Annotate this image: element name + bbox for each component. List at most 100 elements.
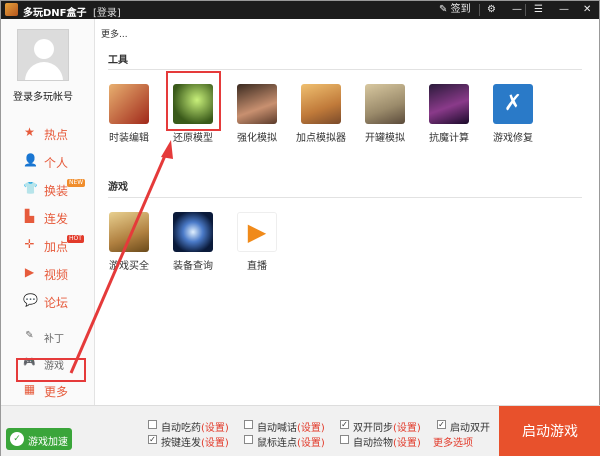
option-settings-link[interactable]: (设置) — [297, 438, 325, 449]
sidebar-item-patch[interactable]: ✎ 补丁 — [1, 323, 95, 349]
accelerator-icon: ✓ — [10, 432, 24, 446]
new-badge: NEW — [67, 179, 86, 187]
game-label: 游戏买全 — [109, 261, 149, 272]
blocks-icon: ▙ — [24, 209, 35, 223]
live-play-icon: ▶ — [237, 212, 277, 252]
sidebar-item-label: 换装 — [44, 184, 69, 198]
game-equipment-query[interactable]: 装备查询 — [165, 212, 225, 272]
option-settings-link[interactable]: (设置) — [201, 423, 229, 434]
account-login-link[interactable]: 登录多玩帐号 — [1, 88, 85, 103]
sidebar-item-label: 个人 — [44, 156, 69, 170]
minimize-icon[interactable]: — — [512, 2, 522, 18]
app-logo-icon — [5, 3, 18, 16]
title-bar: 多玩DNF盒子 [登录] ✎ 签到 ⚙ — ☰ — ✕ — [1, 1, 599, 19]
settings-icon[interactable]: ⚙ — [487, 2, 496, 18]
sidebar-item-outfit[interactable]: 👕 换装 NEW — [1, 176, 95, 202]
sidebar-item-label: 视频 — [44, 268, 69, 282]
dual-sync-checkbox[interactable]: ✓ — [340, 420, 349, 429]
tool-label: 强化模拟 — [237, 133, 277, 144]
tool-label: 加点模拟器 — [296, 133, 346, 144]
sidebar: 登录多玩帐号 ★ 热点 👤 个人 👕 换装 NEW ▙ 连发 ✛ 加点 HOT … — [1, 19, 95, 405]
chat-icon: 💬 — [23, 293, 38, 307]
title-divider — [479, 4, 480, 16]
tool-jar-sim[interactable]: 开罐模拟 — [357, 84, 417, 144]
option-settings-link[interactable]: (设置) — [297, 423, 325, 434]
option-label: 鼠标连点 — [257, 438, 297, 449]
tool-game-repair[interactable]: ✗ 游戏修复 — [485, 84, 545, 144]
sidebar-item-label: 加点 — [44, 240, 69, 254]
bottom-bar: ✓ 游戏加速 自动吃药(设置) 自动喊话(设置) ✓ 双开同步(设置) ✓ 启动… — [1, 405, 600, 456]
launch-dual-checkbox[interactable]: ✓ — [437, 420, 446, 429]
option-settings-link[interactable]: (设置) — [201, 438, 229, 449]
option-label: 双开同步 — [353, 423, 393, 434]
tool-label: 还原模型 — [173, 133, 213, 144]
auto-loot-checkbox[interactable] — [340, 435, 349, 444]
sidebar-item-hot[interactable]: ★ 热点 — [1, 120, 95, 146]
skill-simulator-icon — [301, 84, 341, 124]
tool-skill-simulator[interactable]: 加点模拟器 — [293, 84, 353, 144]
tool-enhance-sim[interactable]: 强化模拟 — [229, 84, 289, 144]
tool-antimagic-calc[interactable]: 抗魔计算 — [421, 84, 481, 144]
equipment-query-icon — [173, 212, 213, 252]
avatar-body — [25, 62, 63, 80]
mouse-click-checkbox[interactable] — [244, 435, 253, 444]
sidebar-item-video[interactable]: ▶ 视频 — [1, 260, 95, 286]
avatar[interactable] — [17, 29, 69, 81]
video-icon: ▶ — [24, 265, 35, 279]
sidebar-item-label: 热点 — [44, 128, 69, 142]
shirt-icon: 👕 — [23, 181, 38, 195]
accelerator-label: 游戏加速 — [28, 437, 68, 448]
more-highlight-box — [16, 358, 86, 382]
launch-game-button[interactable]: 启动游戏 — [499, 406, 600, 456]
hot-badge: HOT — [67, 235, 84, 243]
close-icon[interactable]: ✕ — [583, 2, 591, 18]
login-link[interactable]: [登录] — [93, 4, 121, 19]
person-icon: 👤 — [23, 153, 38, 167]
wrench-icon: ✗ — [493, 84, 533, 124]
star-icon: ★ — [24, 125, 35, 139]
sidebar-item-label: 补丁 — [44, 334, 64, 345]
auto-potion-checkbox[interactable] — [148, 420, 157, 429]
games-section-title: 游戏 — [108, 182, 128, 193]
key-repeat-checkbox[interactable]: ✓ — [148, 435, 157, 444]
tool-label: 开罐模拟 — [365, 133, 405, 144]
tool-label: 抗魔计算 — [429, 133, 469, 144]
app-title: 多玩DNF盒子 — [23, 8, 87, 19]
game-label: 装备查询 — [173, 261, 213, 272]
enhance-sim-icon — [237, 84, 277, 124]
sidebar-item-label: 更多 — [44, 385, 69, 399]
signin-icon: ✎ — [439, 4, 448, 15]
title-divider-2 — [525, 4, 526, 16]
tool-label: 时装编辑 — [109, 133, 149, 144]
app-window: 多玩DNF盒子 [登录] ✎ 签到 ⚙ — ☰ — ✕ 登录多玩帐号 ★ 热点 … — [0, 0, 600, 456]
option-label: 自动捡物 — [353, 438, 393, 449]
sidebar-item-forum[interactable]: 💬 论坛 — [1, 288, 95, 314]
signin-label: 签到 — [450, 4, 471, 15]
option-label: 自动吃药 — [161, 423, 201, 434]
crosshair-icon: ✛ — [24, 237, 35, 251]
minimize-window-icon[interactable]: — — [559, 2, 569, 18]
tool-outfit-editor[interactable]: 时装编辑 — [101, 84, 161, 144]
tool-label: 游戏修复 — [493, 133, 533, 144]
sidebar-item-skillpoints[interactable]: ✛ 加点 HOT — [1, 232, 95, 258]
game-collection[interactable]: 游戏买全 — [101, 212, 161, 272]
sidebar-item-rapidfire[interactable]: ▙ 连发 — [1, 204, 95, 230]
option-settings-link[interactable]: (设置) — [393, 423, 421, 434]
patch-icon: ✎ — [25, 330, 34, 341]
game-collection-icon — [109, 212, 149, 252]
game-live[interactable]: ▶ 直播 — [229, 212, 289, 272]
tools-section-title: 工具 — [108, 55, 128, 66]
sidebar-item-personal[interactable]: 👤 个人 — [1, 148, 95, 174]
option-label: 自动喊话 — [257, 423, 297, 434]
game-accelerator-button[interactable]: ✓ 游戏加速 — [6, 428, 72, 450]
option-settings-link[interactable]: (设置) — [393, 438, 421, 449]
auto-shout-checkbox[interactable] — [244, 420, 253, 429]
more-options-link[interactable]: 更多选项 — [433, 434, 473, 449]
game-label: 直播 — [247, 261, 267, 272]
menu-icon[interactable]: ☰ — [534, 2, 543, 18]
signin-button[interactable]: ✎ 签到 — [439, 2, 471, 18]
avatar-head — [34, 39, 54, 59]
outfit-editor-icon — [109, 84, 149, 124]
antimagic-calc-icon — [429, 84, 469, 124]
games-divider — [108, 197, 582, 198]
